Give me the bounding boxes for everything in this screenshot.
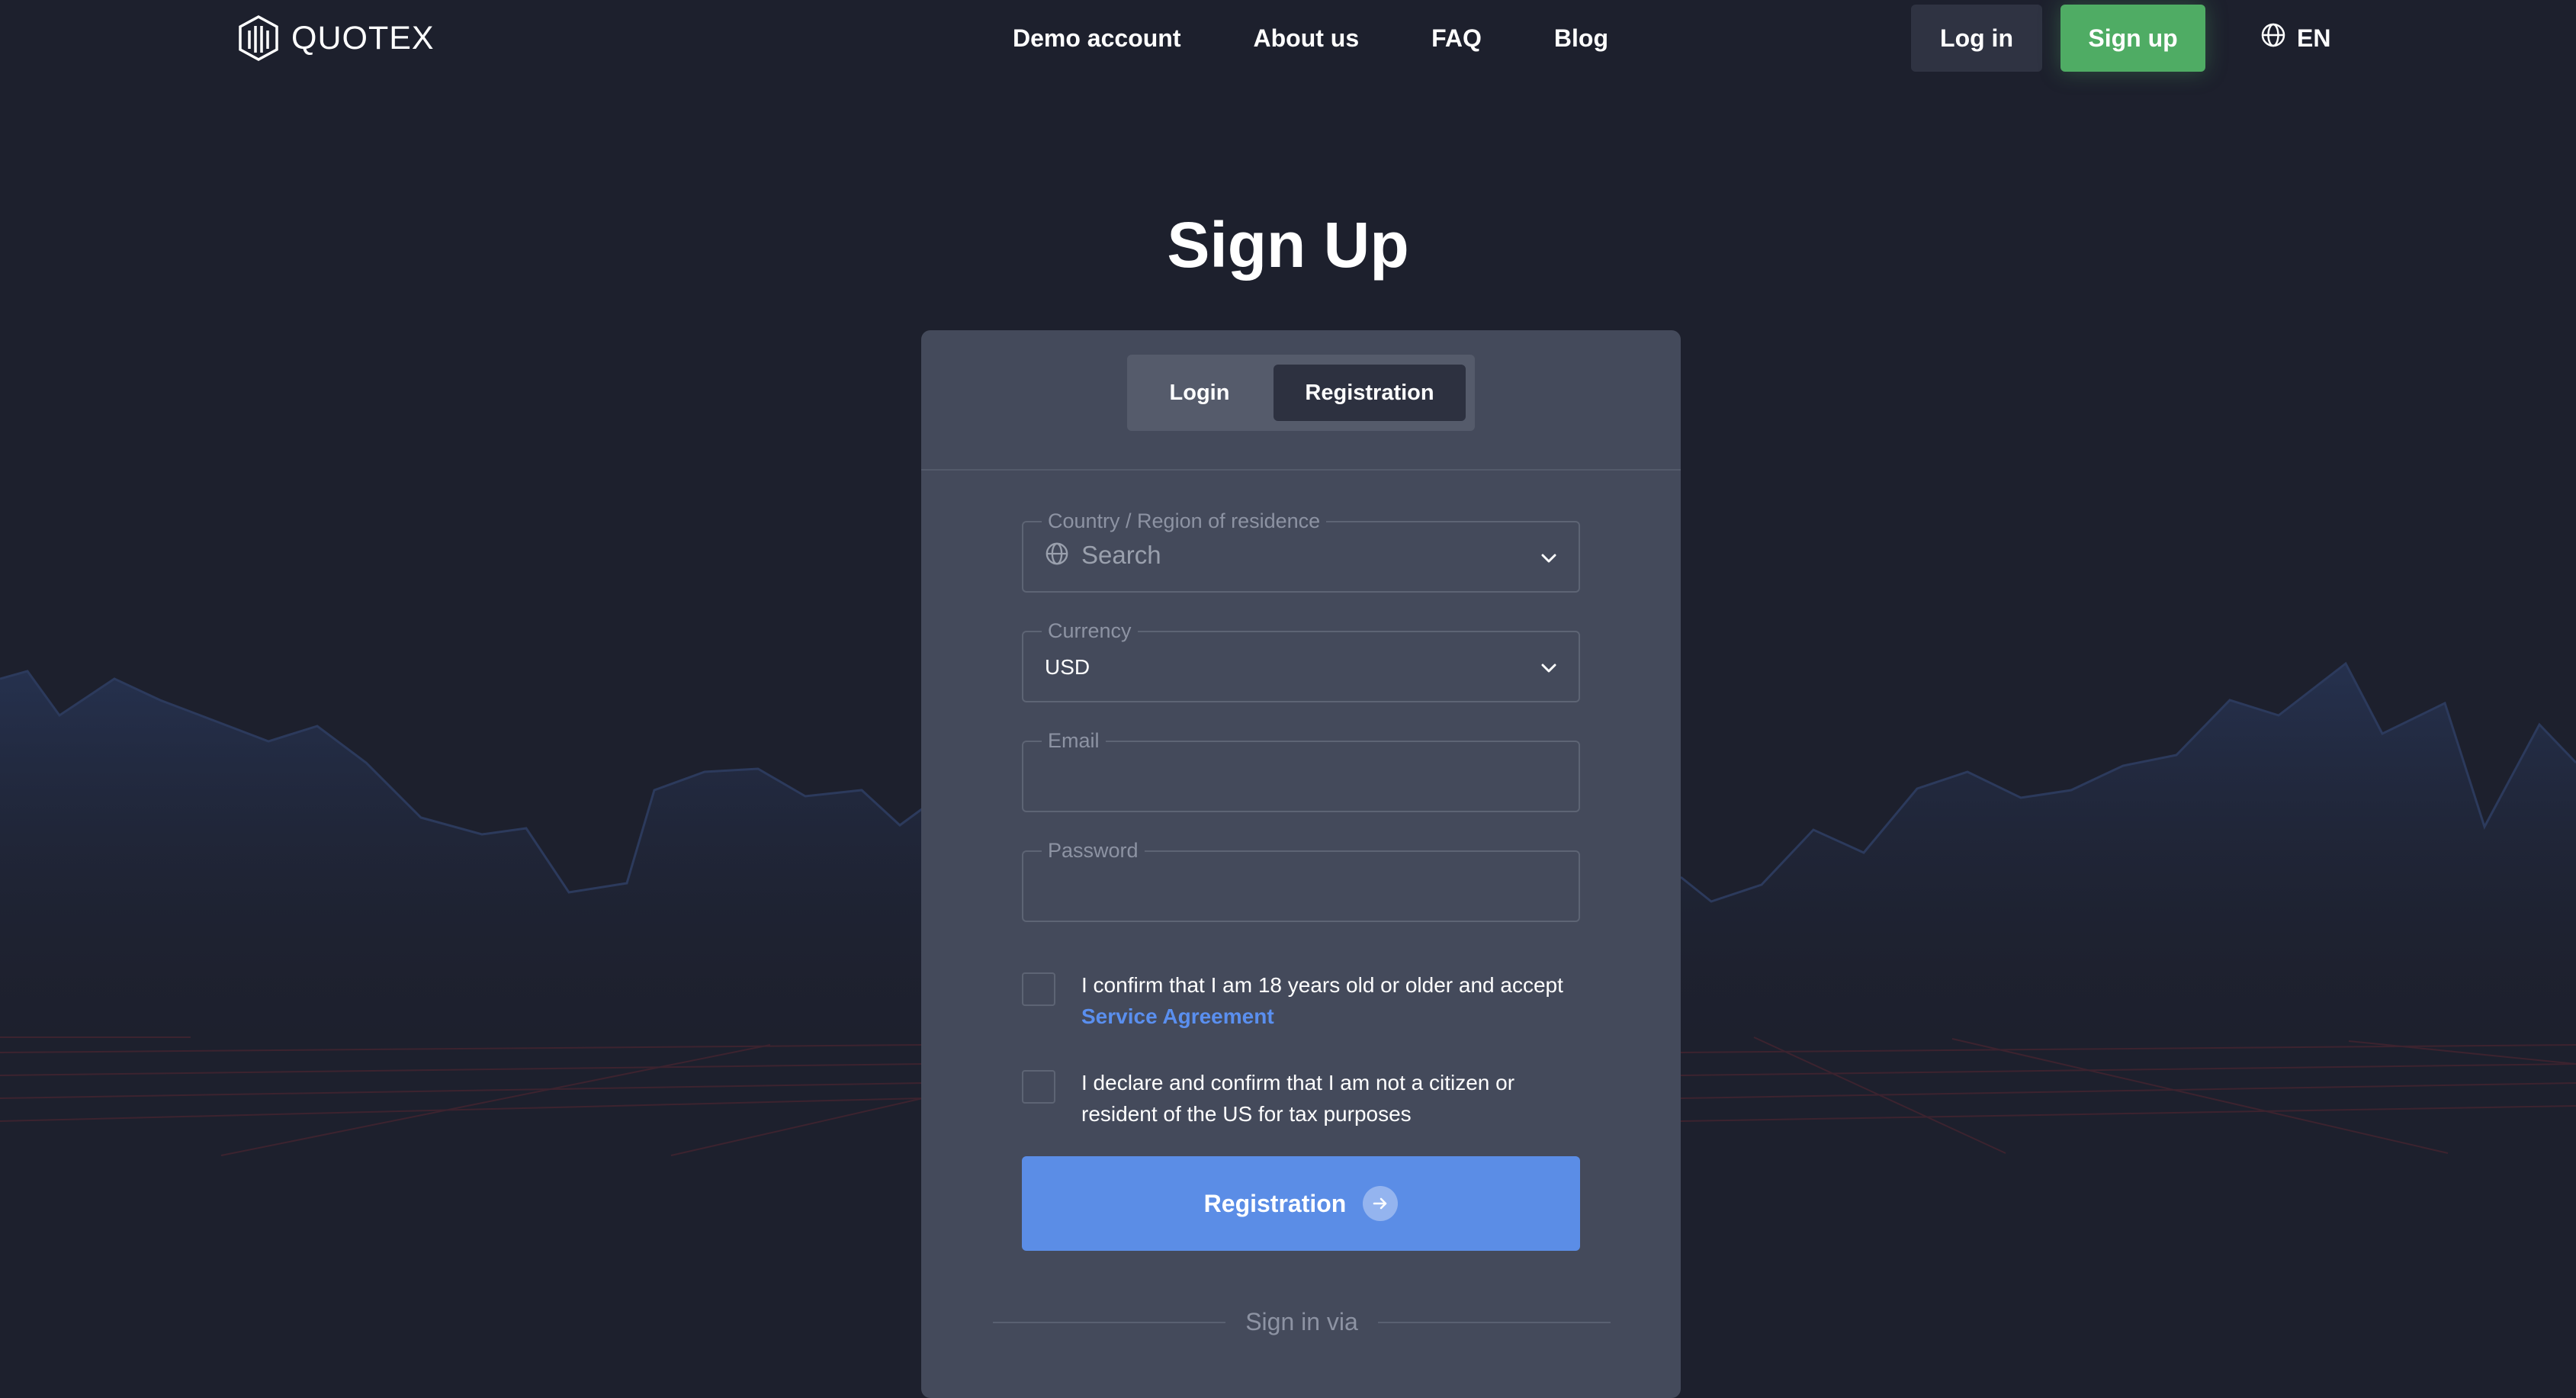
divider-line — [1377, 1321, 1611, 1323]
nav-faq[interactable]: FAQ — [1431, 24, 1482, 53]
language-label: EN — [2297, 24, 2331, 52]
country-label: Country / Region of residence — [1042, 509, 1327, 533]
background-chart-area-right — [1681, 664, 2576, 1068]
signup-button[interactable]: Sign up — [2060, 5, 2205, 72]
brand-name: QUOTEX — [291, 19, 435, 56]
nav-about-us[interactable]: About us — [1253, 24, 1359, 53]
nav-blog[interactable]: Blog — [1554, 24, 1608, 53]
age-confirm-row: I confirm that I am 18 years old or olde… — [1022, 972, 1586, 1032]
background-chart-area-left — [0, 671, 923, 1068]
divider-line — [993, 1321, 1226, 1323]
currency-value: USD — [1045, 655, 1090, 679]
country-select[interactable]: Country / Region of residence Search — [1022, 509, 1580, 593]
tab-login[interactable]: Login — [1132, 365, 1267, 421]
tab-registration[interactable]: Registration — [1274, 365, 1466, 421]
password-input[interactable] — [1023, 852, 1579, 921]
tax-confirm-text: I declare and confirm that I am not a ci… — [1081, 1071, 1515, 1126]
age-confirm-checkbox[interactable] — [1022, 972, 1055, 1006]
age-confirm-text: I confirm that I am 18 years old or olde… — [1081, 969, 1563, 1032]
globe-icon — [2260, 22, 2286, 54]
currency-select[interactable]: Currency USD — [1022, 619, 1580, 702]
page-title: Sign Up — [1167, 209, 1409, 281]
quotex-logo-icon — [238, 15, 279, 61]
top-navbar: QUOTEX Demo account About us FAQ Blog Lo… — [0, 0, 2576, 76]
tax-confirm-row: I declare and confirm that I am not a ci… — [1022, 1070, 1586, 1130]
auth-card: Login Registration Country / Region of r… — [921, 330, 1681, 1398]
registration-submit-label: Registration — [1203, 1189, 1347, 1217]
age-confirm-label: I confirm that I am 18 years old or olde… — [1081, 973, 1563, 997]
login-button[interactable]: Log in — [1911, 5, 2042, 72]
registration-submit-button[interactable]: Registration — [1022, 1156, 1580, 1251]
email-field: Email — [1022, 728, 1580, 812]
country-search-placeholder[interactable]: Search — [1081, 541, 1161, 570]
chevron-down-icon[interactable] — [1539, 548, 1559, 572]
language-selector[interactable]: EN — [2260, 15, 2330, 61]
arrow-right-icon — [1363, 1186, 1399, 1221]
main-nav: Demo account About us FAQ Blog — [1013, 15, 1608, 61]
sign-in-via-divider: Sign in via — [993, 1308, 1611, 1336]
chevron-down-icon[interactable] — [1539, 658, 1559, 682]
brand-logo[interactable]: QUOTEX — [238, 15, 435, 61]
auth-tabs: Login Registration — [1127, 355, 1475, 431]
email-input[interactable] — [1023, 742, 1579, 811]
tax-confirm-checkbox[interactable] — [1022, 1070, 1055, 1104]
currency-label: Currency — [1042, 619, 1138, 643]
sign-in-via-label: Sign in via — [1245, 1308, 1358, 1335]
globe-icon — [1045, 542, 1069, 570]
card-divider — [921, 469, 1681, 471]
password-field: Password — [1022, 838, 1580, 922]
service-agreement-link[interactable]: Service Agreement — [1081, 1004, 1274, 1028]
nav-demo-account[interactable]: Demo account — [1013, 24, 1180, 53]
